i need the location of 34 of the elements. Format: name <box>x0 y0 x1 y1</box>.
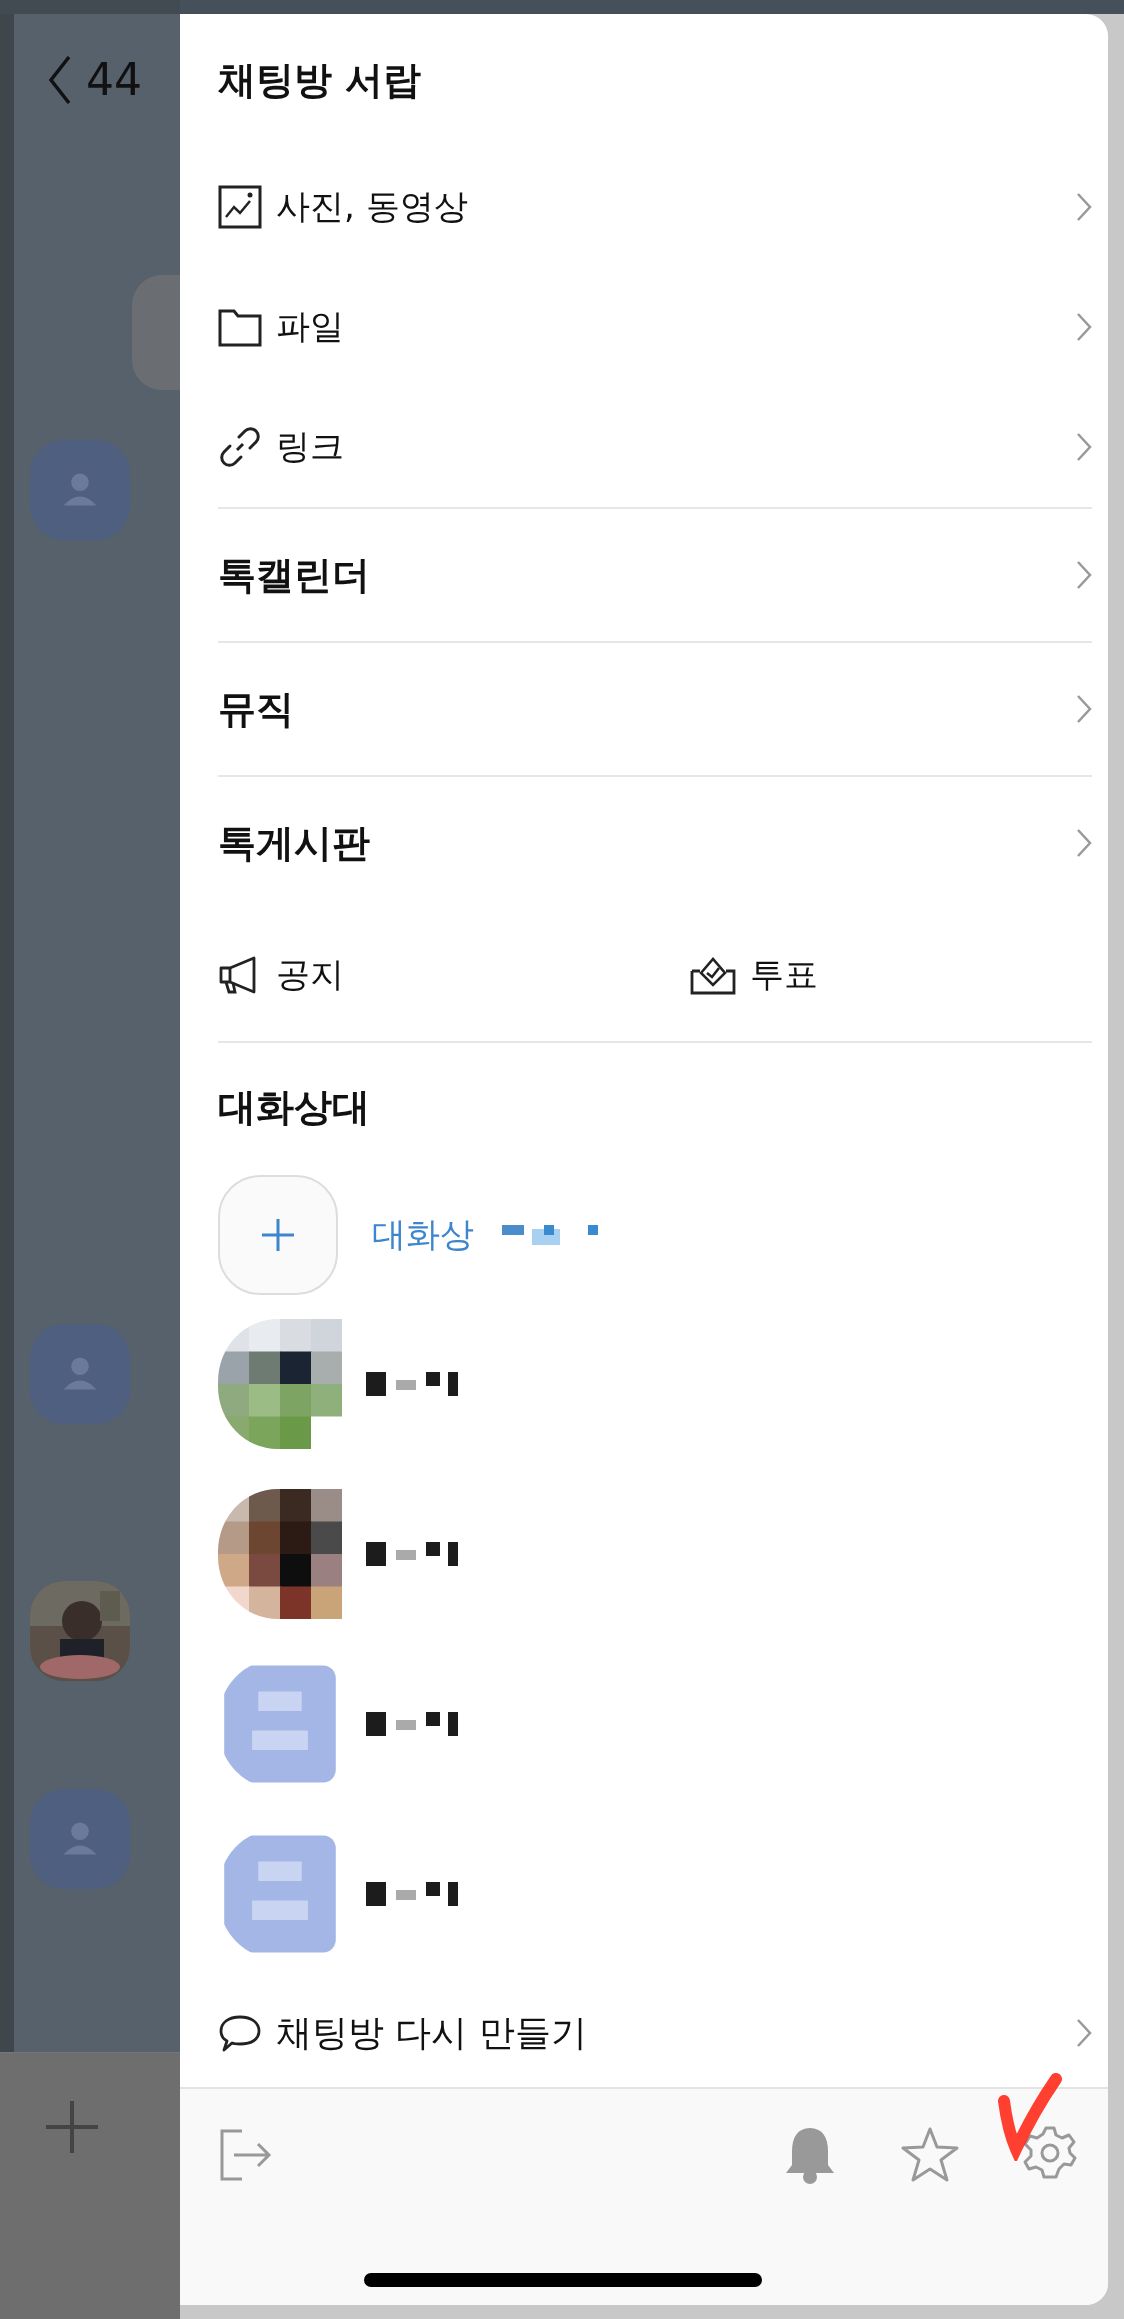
speech-bubble-icon <box>218 2013 262 2053</box>
add-member-button[interactable] <box>218 1175 338 1295</box>
invite-label[interactable]: 대화상 <box>372 1212 474 1258</box>
chevron-icon <box>1076 828 1092 858</box>
drawer-menu-item[interactable]: 사진, 동영상 <box>218 147 1092 267</box>
ballot-box-icon <box>690 955 736 995</box>
drawer-section-item[interactable]: 톡캘린더 <box>218 507 1092 641</box>
settings-icon[interactable] <box>1022 2125 1078 2181</box>
chevron-icon <box>1076 694 1092 724</box>
drawer-menu-item[interactable]: 링크 <box>218 387 1092 507</box>
quick-action[interactable]: 투표 <box>690 952 818 998</box>
folder-icon <box>218 307 262 347</box>
image-icon <box>218 185 262 229</box>
star-icon[interactable] <box>900 2126 960 2184</box>
back-count: 44 <box>86 54 142 105</box>
quick-action[interactable]: 공지 <box>218 952 690 998</box>
chevron-icon <box>1076 560 1092 590</box>
link-icon <box>218 425 262 469</box>
drawer-section-item[interactable]: 뮤직 <box>218 641 1092 775</box>
chevron-icon <box>1076 192 1092 222</box>
drawer-title: 채팅방 서랍 <box>218 57 423 104</box>
chevron-icon <box>1076 2018 1092 2048</box>
drawer-section-item[interactable]: 톡게시판 <box>218 775 1092 909</box>
chevron-icon <box>1076 312 1092 342</box>
section-title: 대화상대 <box>218 1084 371 1131</box>
chevron-icon <box>1076 432 1092 462</box>
plus-icon[interactable] <box>44 2099 100 2155</box>
exit-icon[interactable] <box>218 2127 274 2183</box>
avatar-icon <box>30 1789 130 1889</box>
avatar-icon <box>30 1324 130 1424</box>
back-icon[interactable] <box>48 54 72 105</box>
avatar-icon <box>30 440 130 540</box>
drawer-menu-item[interactable]: 파일 <box>218 267 1092 387</box>
recreate-chat-item[interactable]: 채팅방 다시 만들기 <box>218 1979 1092 2087</box>
